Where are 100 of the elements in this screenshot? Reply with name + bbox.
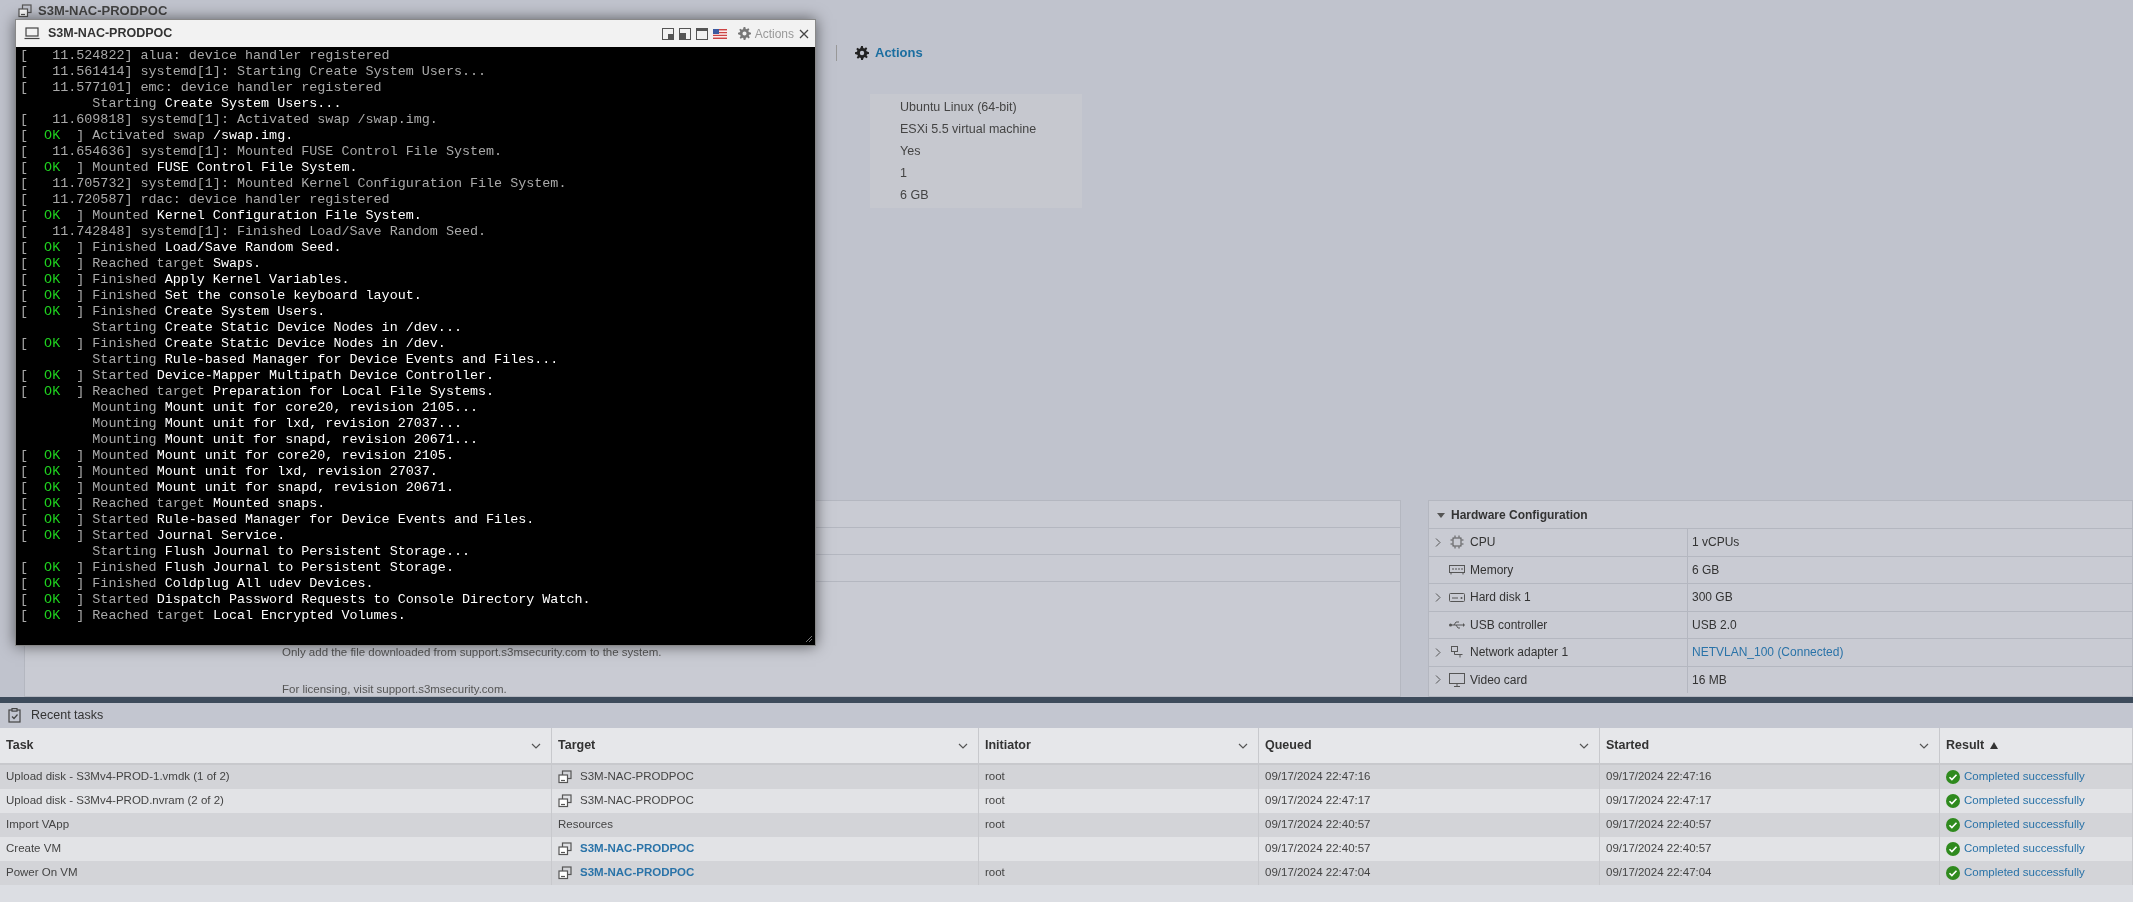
table-cell-text: 09/17/2024 22:47:16	[1606, 769, 1712, 785]
settings-icon	[855, 46, 869, 60]
vm-icon	[18, 4, 32, 18]
usb-icon	[1449, 619, 1465, 630]
window-size-icon[interactable]	[661, 27, 674, 40]
recent-tasks-title: Recent tasks	[31, 707, 104, 725]
console-line: [ 11.561414] systemd[1]: Starting Create System Users...	[20, 64, 487, 80]
maximize-icon[interactable]	[695, 27, 708, 40]
table-cell-text: 09/17/2024 22:40:57	[1265, 841, 1371, 857]
settings-icon	[737, 27, 751, 40]
panel-title: Hardware Configuration	[1451, 506, 1588, 524]
console-line: [ OK ] Finished Set the console keyboard layout.	[20, 288, 422, 304]
actions-button[interactable]: Actions	[737, 24, 794, 43]
chevron-down-icon[interactable]	[1579, 742, 1589, 749]
console-line: [ 11.609818] systemd[1]: Activated swap /swap.img.	[20, 112, 438, 128]
chevron-down-icon[interactable]	[1238, 742, 1248, 749]
table-cell-text: root	[985, 793, 1005, 809]
memory-icon	[1449, 563, 1465, 576]
console-line: [ OK ] Finished Apply Kernel Variables.	[20, 272, 350, 288]
console-line: [ OK ] Mounted Kernel Configuration File System.	[20, 208, 422, 224]
table-cell-text: 09/17/2024 22:47:16	[1265, 769, 1371, 785]
console-line: [ OK ] Reached target Preparation for Local File Systems.	[20, 384, 495, 400]
table-cell-text: 09/17/2024 22:40:57	[1606, 841, 1712, 857]
column-header[interactable]: Started	[1600, 728, 1940, 763]
console-line: [ OK ] Finished Coldplug All udev Devices.	[20, 576, 374, 592]
hardware-label: Video card	[1470, 671, 1528, 689]
console-line: [ OK ] Started Rule-based Manager for Device Events and Files.	[20, 512, 535, 528]
console-line: [ OK ] Reached target Local Encrypted Volumes.	[20, 608, 406, 624]
summary-value: ESXi 5.5 virtual machine	[900, 121, 1038, 138]
column-header[interactable]: Initiator	[979, 728, 1259, 763]
table-cell-text: 09/17/2024 22:40:57	[1606, 817, 1712, 833]
table-cell-text: 09/17/2024 22:47:17	[1265, 793, 1371, 809]
table-cell-text: Create VM	[6, 841, 61, 857]
table-cell-text: Resources	[558, 817, 613, 833]
result-link[interactable]: Completed successfully	[1964, 864, 2085, 882]
chevron-down-icon[interactable]	[1919, 742, 1929, 749]
console-line: Mounting Mount unit for snapd, revision 20671...	[91, 432, 479, 448]
hardware-value: USB 2.0	[1692, 616, 1737, 634]
monitor-icon	[1449, 672, 1465, 687]
hardware-value: 6 GB	[1692, 561, 1720, 579]
page-title: S3M-NAC-PRODPOC	[38, 2, 168, 21]
console-line: Mounting Mount unit for core20, revision 2105...	[91, 400, 479, 416]
column-header[interactable]: Target	[552, 728, 979, 763]
result-link[interactable]: Completed successfully	[1964, 816, 2085, 834]
resize-grip-icon[interactable]	[805, 635, 813, 643]
table-cell-text: Upload disk - S3Mv4-PROD.nvram (2 of 2)	[6, 793, 224, 809]
chevron-down-icon[interactable]	[531, 742, 541, 749]
chip-icon	[1450, 535, 1464, 550]
window-title: S3M-NAC-PRODPOC	[48, 25, 173, 43]
network-adapter-icon	[1450, 645, 1464, 660]
hardware-label: Hard disk 1	[1470, 589, 1531, 607]
console-line: [ 11.577101] emc: device handler registered	[20, 80, 382, 96]
console-line: Starting Flush Journal to Persistent Storage...	[91, 544, 470, 560]
hardware-label: Memory	[1470, 561, 1514, 579]
monitor-icon	[24, 27, 40, 40]
console-line: [ OK ] Reached target Swaps.	[20, 256, 262, 272]
note-text: Only add the file downloaded from support.s3msecurity.com to the system.	[282, 645, 663, 660]
result-link[interactable]: Completed successfully	[1964, 768, 2085, 786]
console-line: [ OK ] Reached target Mounted snaps.	[20, 496, 326, 512]
target-link[interactable]: S3M-NAC-PRODPOC	[580, 840, 695, 858]
console-line: Starting Create Static Device Nodes in /dev...	[91, 320, 462, 336]
table-cell-text: Power On VM	[6, 865, 78, 881]
network-link[interactable]: NETVLAN_100 (Connected)	[1692, 643, 1844, 662]
column-header[interactable]: Result	[1940, 728, 2133, 763]
console-line: [ OK ] Finished Load/Save Random Seed.	[20, 240, 342, 256]
close-icon[interactable]	[799, 28, 809, 39]
summary-value: 1	[900, 165, 908, 182]
result-link[interactable]: Completed successfully	[1964, 792, 2085, 810]
column-header[interactable]: Task	[0, 728, 552, 763]
table-cell-text: root	[985, 865, 1005, 881]
actions-link[interactable]: Actions	[855, 43, 923, 63]
console-line: [ OK ] Started Journal Service.	[20, 528, 286, 544]
hardware-value: 1 vCPUs	[1692, 534, 1740, 552]
column-header[interactable]: Queued	[1259, 728, 1600, 763]
collapse-icon[interactable]	[1437, 510, 1445, 519]
console-line: [ 11.742848] systemd[1]: Finished Load/Save Random Seed.	[20, 224, 487, 240]
result-link[interactable]: Completed successfully	[1964, 840, 2085, 858]
hardware-label: CPU	[1470, 534, 1496, 552]
table-cell-text: root	[985, 769, 1005, 785]
console-line: [ OK ] Finished Flush Journal to Persistent Storage.	[20, 560, 454, 576]
summary-value: Yes	[900, 143, 922, 160]
table-cell-text: root	[985, 817, 1005, 833]
console-line: [ OK ] Finished Create Static Device Nodes in /dev.	[20, 336, 446, 352]
flag-icon[interactable]	[712, 28, 727, 39]
chevron-down-icon[interactable]	[958, 742, 968, 749]
clipboard-icon	[8, 708, 21, 723]
console-line: [ OK ] Started Dispatch Password Requests to Console Directory Watch.	[20, 592, 591, 608]
console-line: [ 11.654636] systemd[1]: Mounted FUSE Control File System.	[20, 144, 503, 160]
console-line: [ OK ] Started Device-Mapper Multipath Device Controller.	[20, 368, 495, 384]
console-line: [ 11.705732] systemd[1]: Mounted Kernel Configuration File System.	[20, 176, 567, 192]
table-cell-text: 09/17/2024 22:47:04	[1265, 865, 1371, 881]
summary-value: Ubuntu Linux (64-bit)	[900, 99, 1018, 116]
console-line: [ OK ] Mounted FUSE Control File System.	[20, 160, 358, 176]
console-line: [ OK ] Mounted Mount unit for snapd, revision 20671.	[20, 480, 454, 496]
table-cell-text: 09/17/2024 22:40:57	[1265, 817, 1371, 833]
target-link[interactable]: S3M-NAC-PRODPOC	[580, 864, 695, 882]
window-size-icon[interactable]	[678, 27, 691, 40]
table-cell-text: S3M-NAC-PRODPOC	[580, 769, 694, 785]
table-cell-text: 09/17/2024 22:47:17	[1606, 793, 1712, 809]
table-cell-text: S3M-NAC-PRODPOC	[580, 793, 694, 809]
